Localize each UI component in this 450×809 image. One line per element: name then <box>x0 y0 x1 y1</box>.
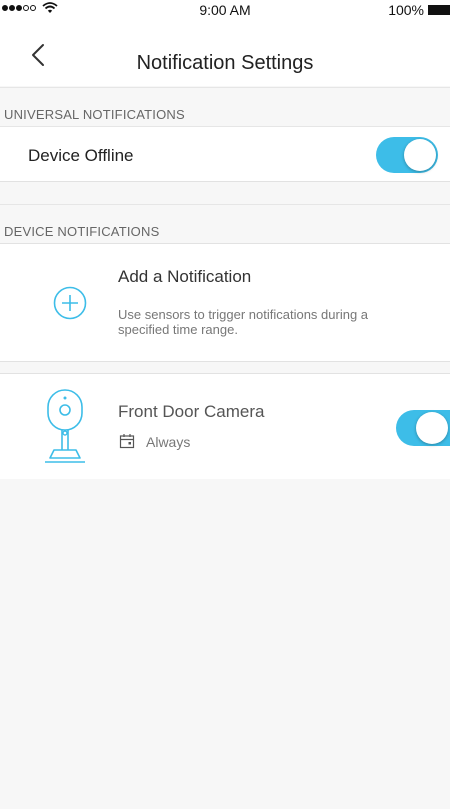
device-offline-toggle[interactable] <box>376 137 438 173</box>
front-door-camera-toggle[interactable] <box>396 410 450 446</box>
section-header-label: UNIVERSAL NOTIFICATIONS <box>4 107 185 122</box>
battery-percent: 100% <box>388 2 424 18</box>
plus-circle-icon <box>53 286 87 320</box>
universal-item-device-offline: Device Offline <box>0 127 450 182</box>
calendar-icon <box>119 434 135 449</box>
navigation-bar: Notification Settings <box>0 20 450 86</box>
camera-icon <box>45 389 85 463</box>
battery-icon <box>428 5 450 15</box>
empty-area <box>0 479 450 809</box>
device-schedule: Always <box>146 434 191 450</box>
universal-item-label: Device Offline <box>28 146 134 165</box>
add-notification-description: Use sensors to trigger notifications dur… <box>118 307 369 337</box>
section-header-device: DEVICE NOTIFICATIONS <box>0 204 450 244</box>
section-header-universal: UNIVERSAL NOTIFICATIONS <box>0 87 450 127</box>
toggle-knob <box>416 412 448 444</box>
status-time: 9:00 AM <box>199 2 251 18</box>
page-title: Notification Settings <box>136 52 314 74</box>
status-bar: 9:00 AM 100% <box>0 0 450 20</box>
section-header-label: DEVICE NOTIFICATIONS <box>4 224 160 239</box>
add-notification-title: Add a Notification <box>118 267 252 286</box>
add-notification-row[interactable]: Add a Notification Use sensors to trigge… <box>0 243 450 362</box>
device-name: Front Door Camera <box>118 402 265 421</box>
status-right: 100% <box>388 2 450 18</box>
device-item-front-door-camera[interactable]: Front Door Camera Always <box>0 373 450 479</box>
toggle-knob <box>404 139 436 171</box>
